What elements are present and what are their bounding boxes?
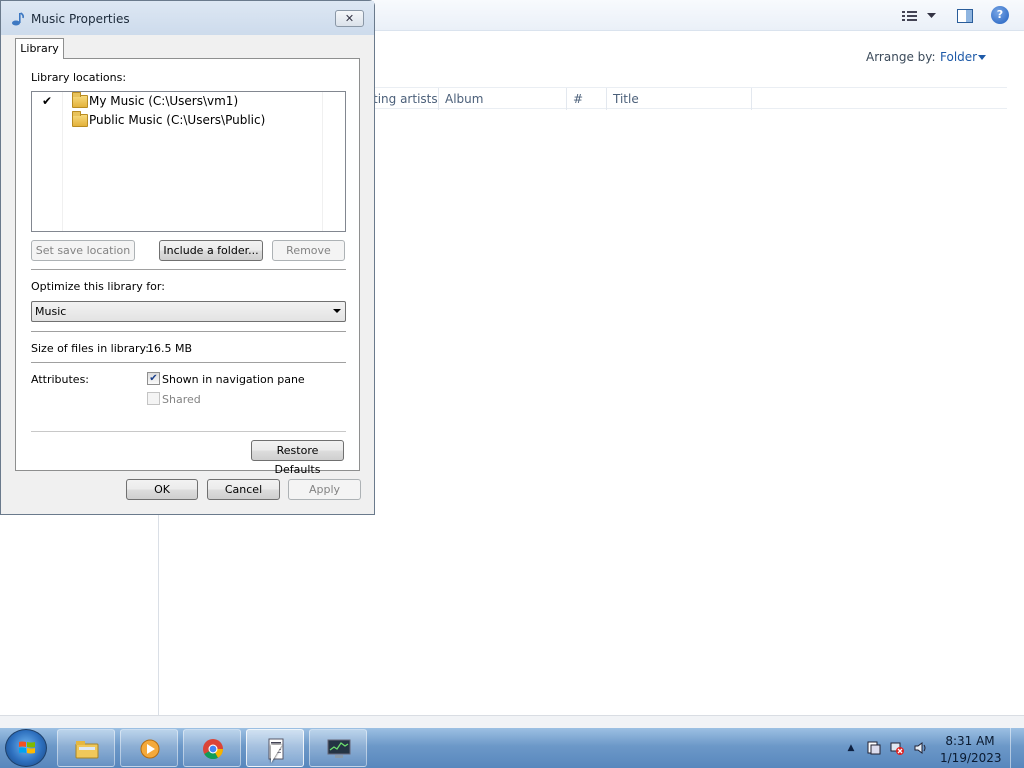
taskbar-file-explorer[interactable]: [57, 729, 115, 767]
divider: [31, 431, 346, 432]
status-bar: [0, 715, 1024, 728]
action-center-icon[interactable]: [867, 741, 881, 755]
list-item-my-music[interactable]: ✔ My Music (C:\Users\vm1): [32, 92, 345, 111]
chrome-icon: [203, 739, 224, 760]
folder-icon: [75, 741, 99, 759]
taskbar-chrome[interactable]: [183, 729, 241, 767]
optimize-select[interactable]: Music: [31, 301, 346, 322]
help-icon[interactable]: ?: [991, 6, 1009, 24]
monitor-icon: [327, 739, 351, 758]
taskbar: ▲ 8:31 AM 1/19/2023: [0, 728, 1024, 768]
folder-icon: [72, 92, 88, 108]
shown-in-nav-checkbox[interactable]: ✔: [147, 372, 160, 385]
nav-pane-divider[interactable]: [158, 515, 159, 715]
clock-time[interactable]: 8:31 AM: [940, 734, 1000, 748]
chevron-down-icon: [333, 309, 341, 313]
list-item-public-music[interactable]: Public Music (C:\Users\Public): [32, 111, 345, 130]
library-locations-label: Library locations:: [31, 71, 127, 84]
system-tray: ▲ 8:31 AM 1/19/2023: [840, 728, 1024, 768]
arrange-by-dropdown[interactable]: Folder: [940, 50, 977, 64]
dialog-title: Music Properties: [31, 12, 130, 26]
view-options-icon[interactable]: [901, 7, 919, 24]
shared-checkbox[interactable]: [147, 392, 160, 405]
remove-button[interactable]: Remove: [272, 240, 345, 261]
column-title[interactable]: Title: [607, 88, 752, 110]
size-value: 16.5 MB: [147, 342, 193, 355]
taskbar-media-player[interactable]: [120, 729, 178, 767]
chevron-down-icon[interactable]: [978, 55, 986, 60]
divider: [31, 331, 346, 332]
cancel-button[interactable]: Cancel: [207, 479, 280, 500]
chevron-down-icon[interactable]: [925, 7, 937, 24]
set-save-location-button[interactable]: Set save location: [31, 240, 135, 261]
divider: [31, 362, 346, 363]
tab-library[interactable]: Library: [15, 38, 64, 59]
show-hidden-icons-icon[interactable]: ▲: [844, 741, 858, 755]
volume-icon[interactable]: [914, 741, 928, 755]
mouse-cursor-icon: [271, 745, 282, 763]
windows-logo-icon: [19, 741, 35, 754]
music-properties-dialog: Music Properties ✕ Library Library locat…: [0, 0, 375, 515]
ok-button[interactable]: OK: [126, 479, 198, 500]
column-album[interactable]: Album: [439, 88, 567, 110]
show-desktop-button[interactable]: [1010, 728, 1024, 768]
folder-icon: [72, 111, 88, 127]
music-library-icon: [10, 12, 26, 26]
column-track-number[interactable]: #: [567, 88, 607, 110]
apply-button[interactable]: Apply: [288, 479, 361, 500]
column-header: ting artists Album # Title: [373, 87, 1007, 110]
shared-label[interactable]: Shared: [162, 393, 201, 406]
restore-defaults-button[interactable]: Restore Defaults: [251, 440, 344, 476]
include-folder-button[interactable]: Include a folder...: [159, 240, 263, 261]
start-button[interactable]: [5, 729, 47, 767]
clock-date[interactable]: 1/19/2023: [940, 751, 1002, 765]
divider: [31, 269, 346, 270]
arrange-by-label: Arrange by:: [866, 50, 936, 64]
optimize-select-value: Music: [35, 305, 67, 318]
network-error-icon[interactable]: [890, 741, 904, 755]
attributes-label: Attributes:: [31, 373, 90, 386]
media-player-icon: [140, 739, 160, 759]
size-label: Size of files in library:: [31, 342, 149, 355]
close-button[interactable]: ✕: [335, 10, 364, 27]
default-save-check-icon: ✔: [42, 94, 53, 108]
preview-pane-icon[interactable]: [956, 7, 974, 24]
dialog-title-bar[interactable]: Music Properties ✕: [1, 1, 374, 35]
shown-in-nav-label[interactable]: Shown in navigation pane: [162, 373, 305, 386]
close-icon: ✕: [344, 12, 355, 25]
column-contributing-artists[interactable]: ting artists: [367, 88, 439, 110]
library-locations-list[interactable]: ✔ My Music (C:\Users\vm1) Public Music (…: [31, 91, 346, 232]
taskbar-system-monitor[interactable]: [309, 729, 367, 767]
location-name: My Music (C:\Users\vm1): [89, 94, 239, 108]
optimize-label: Optimize this library for:: [31, 280, 165, 293]
location-name: Public Music (C:\Users\Public): [89, 113, 266, 127]
